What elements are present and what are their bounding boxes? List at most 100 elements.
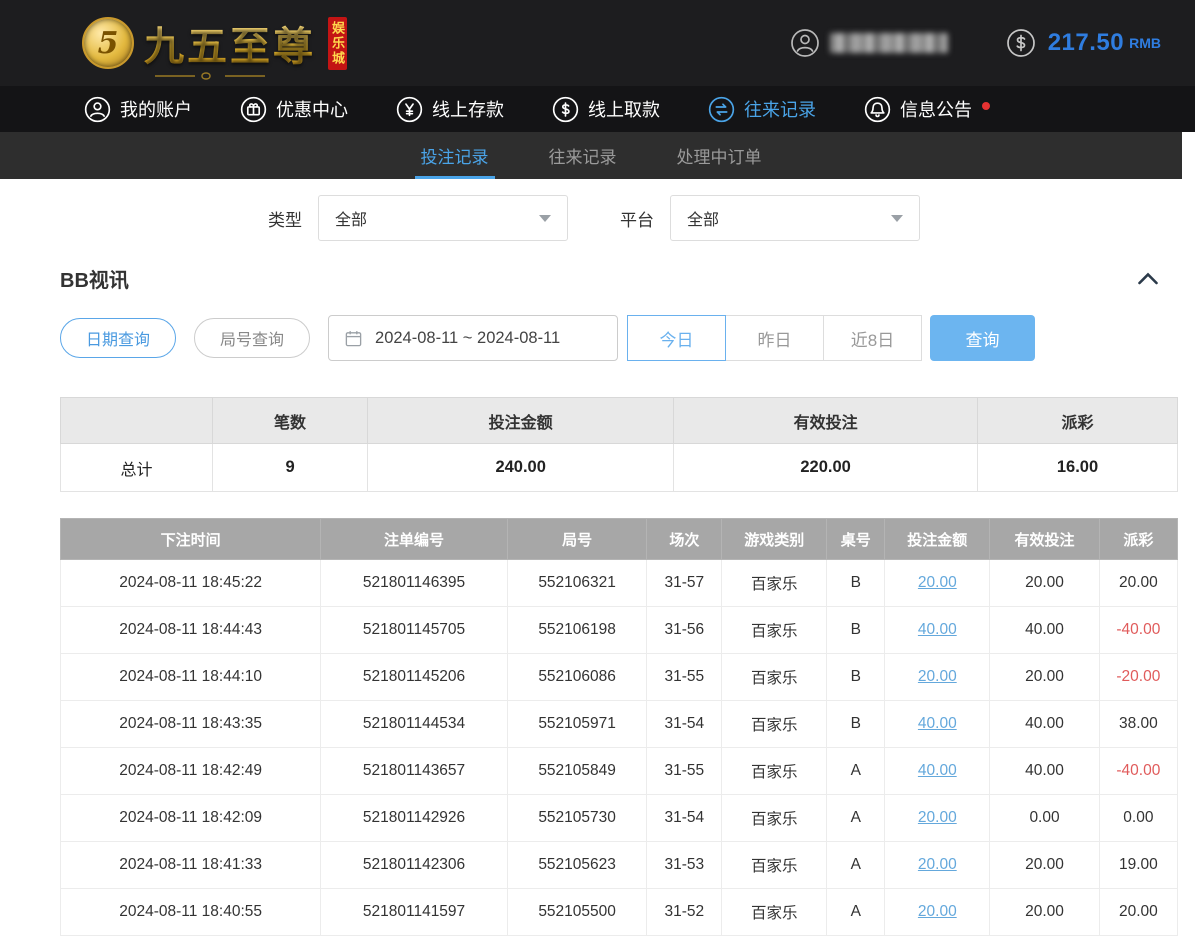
platform-select[interactable]: 全部 bbox=[670, 195, 920, 241]
nav-item-deposit[interactable]: 线上存款 bbox=[396, 96, 504, 123]
user-area: 217.50 RMB bbox=[790, 28, 1161, 58]
username-masked[interactable] bbox=[830, 33, 948, 53]
tab-processing-orders[interactable]: 处理中订单 bbox=[671, 132, 768, 179]
bet-amount-link[interactable]: 20.00 bbox=[918, 668, 957, 685]
top-header: 5 九五至尊 娱乐城 217.50 RMB bbox=[0, 0, 1195, 86]
table-row: 2024-08-11 18:42:09521801142926552105730… bbox=[61, 795, 1178, 842]
cell-time: 2024-08-11 18:42:49 bbox=[61, 748, 321, 795]
cell-payout: -40.00 bbox=[1099, 748, 1177, 795]
nav-item-records[interactable]: 往来记录 bbox=[708, 96, 816, 123]
nav-label: 线上存款 bbox=[432, 96, 504, 122]
table-row: 2024-08-11 18:40:55521801141597552105500… bbox=[61, 889, 1178, 936]
user-icon bbox=[84, 96, 111, 123]
cell-bet-amount: 20.00 bbox=[885, 795, 990, 842]
nav-item-announcements[interactable]: 信息公告 bbox=[864, 96, 990, 123]
bet-amount-link[interactable]: 40.00 bbox=[918, 621, 957, 638]
bet-amount-link[interactable]: 20.00 bbox=[918, 574, 957, 591]
bet-amount-link[interactable]: 20.00 bbox=[918, 903, 957, 920]
cell-table-no: A bbox=[827, 842, 885, 889]
bet-amount-link[interactable]: 40.00 bbox=[918, 715, 957, 732]
gift-icon bbox=[240, 96, 267, 123]
cell-table-no: B bbox=[827, 701, 885, 748]
table-row: 2024-08-11 18:41:33521801142306552105623… bbox=[61, 842, 1178, 889]
cell-round-no: 552106086 bbox=[507, 654, 647, 701]
logo-badge: 娱乐城 bbox=[328, 17, 347, 70]
summary-header-cell: 笔数 bbox=[212, 398, 367, 444]
cell-valid-bet: 20.00 bbox=[990, 842, 1099, 889]
date-query-button[interactable]: 日期查询 bbox=[60, 318, 176, 358]
cell-game: 百家乐 bbox=[722, 607, 827, 654]
cell-session: 31-54 bbox=[647, 701, 722, 748]
cell-bet-no: 521801142306 bbox=[321, 842, 508, 889]
avatar-icon[interactable] bbox=[790, 28, 820, 58]
cell-bet-amount: 20.00 bbox=[885, 560, 990, 607]
date-range-input[interactable]: 2024-08-11 ~ 2024-08-11 bbox=[328, 315, 618, 361]
cell-table-no: A bbox=[827, 795, 885, 842]
nav-item-my-account[interactable]: 我的账户 bbox=[84, 96, 192, 123]
search-button[interactable]: 查询 bbox=[930, 315, 1035, 361]
cell-game: 百家乐 bbox=[722, 748, 827, 795]
cell-game: 百家乐 bbox=[722, 842, 827, 889]
summary-table: 笔数 投注金额 有效投注 派彩 总计 9 240.00 220.00 16.00 bbox=[60, 397, 1178, 492]
cell-time: 2024-08-11 18:42:09 bbox=[61, 795, 321, 842]
filter-row: 类型 全部 平台 全部 bbox=[268, 195, 1195, 241]
today-button[interactable]: 今日 bbox=[627, 315, 726, 361]
table-row: 2024-08-11 18:45:22521801146395552106321… bbox=[61, 560, 1178, 607]
platform-filter-label: 平台 bbox=[620, 206, 654, 231]
nav-label: 线上取款 bbox=[588, 96, 660, 122]
table-row: 2024-08-11 18:44:43521801145705552106198… bbox=[61, 607, 1178, 654]
tab-transaction-records[interactable]: 往来记录 bbox=[543, 132, 623, 179]
cell-session: 31-56 bbox=[647, 607, 722, 654]
bet-amount-link[interactable]: 20.00 bbox=[918, 809, 957, 826]
dollar-icon bbox=[1006, 28, 1036, 58]
bet-amount-link[interactable]: 40.00 bbox=[918, 762, 957, 779]
section-title: BB视讯 bbox=[60, 264, 129, 293]
cell-valid-bet: 0.00 bbox=[990, 795, 1099, 842]
cell-valid-bet: 40.00 bbox=[990, 748, 1099, 795]
cell-bet-amount: 40.00 bbox=[885, 607, 990, 654]
cell-valid-bet: 20.00 bbox=[990, 560, 1099, 607]
cell-session: 31-52 bbox=[647, 889, 722, 936]
nav-item-withdraw[interactable]: 线上取款 bbox=[552, 96, 660, 123]
cell-bet-amount: 20.00 bbox=[885, 654, 990, 701]
cell-session: 31-55 bbox=[647, 654, 722, 701]
cell-bet-amount: 20.00 bbox=[885, 889, 990, 936]
summary-header-cell: 投注金额 bbox=[368, 398, 674, 444]
bell-icon bbox=[864, 96, 891, 123]
cell-payout: 38.00 bbox=[1099, 701, 1177, 748]
balance-amount: 217.50 bbox=[1048, 29, 1124, 57]
bet-amount-link[interactable]: 20.00 bbox=[918, 856, 957, 873]
yesterday-button[interactable]: 昨日 bbox=[725, 315, 824, 361]
site-logo[interactable]: 5 九五至尊 娱乐城 bbox=[82, 14, 373, 72]
last-8-days-button[interactable]: 近8日 bbox=[823, 315, 922, 361]
section-head: BB视讯 bbox=[60, 263, 1159, 293]
summary-total-label: 总计 bbox=[61, 444, 213, 492]
col-header-bet-no: 注单编号 bbox=[321, 519, 508, 560]
collapse-chevron-up-icon[interactable] bbox=[1137, 272, 1159, 285]
cell-time: 2024-08-11 18:44:43 bbox=[61, 607, 321, 654]
cell-bet-amount: 40.00 bbox=[885, 748, 990, 795]
cell-round-no: 552105730 bbox=[507, 795, 647, 842]
summary-header-row: 笔数 投注金额 有效投注 派彩 bbox=[61, 398, 1178, 444]
records-icon bbox=[708, 96, 735, 123]
col-header-table-no: 桌号 bbox=[827, 519, 885, 560]
round-query-button[interactable]: 局号查询 bbox=[194, 318, 310, 358]
tab-bet-records[interactable]: 投注记录 bbox=[415, 132, 495, 179]
records-tabbar: 投注记录 往来记录 处理中订单 bbox=[0, 132, 1182, 179]
chevron-down-icon bbox=[539, 215, 551, 222]
cell-bet-no: 521801146395 bbox=[321, 560, 508, 607]
type-select-value: 全部 bbox=[335, 206, 367, 230]
nav-item-promotions[interactable]: 优惠中心 bbox=[240, 96, 348, 123]
cell-valid-bet: 20.00 bbox=[990, 889, 1099, 936]
cell-table-no: A bbox=[827, 889, 885, 936]
balance-currency: RMB bbox=[1129, 35, 1161, 51]
type-select[interactable]: 全部 bbox=[318, 195, 568, 241]
nav-label: 优惠中心 bbox=[276, 96, 348, 122]
cell-bet-no: 521801142926 bbox=[321, 795, 508, 842]
cell-payout: 0.00 bbox=[1099, 795, 1177, 842]
cell-round-no: 552106198 bbox=[507, 607, 647, 654]
withdraw-icon bbox=[552, 96, 579, 123]
notification-dot bbox=[982, 102, 990, 110]
cell-valid-bet: 20.00 bbox=[990, 654, 1099, 701]
cell-time: 2024-08-11 18:44:10 bbox=[61, 654, 321, 701]
